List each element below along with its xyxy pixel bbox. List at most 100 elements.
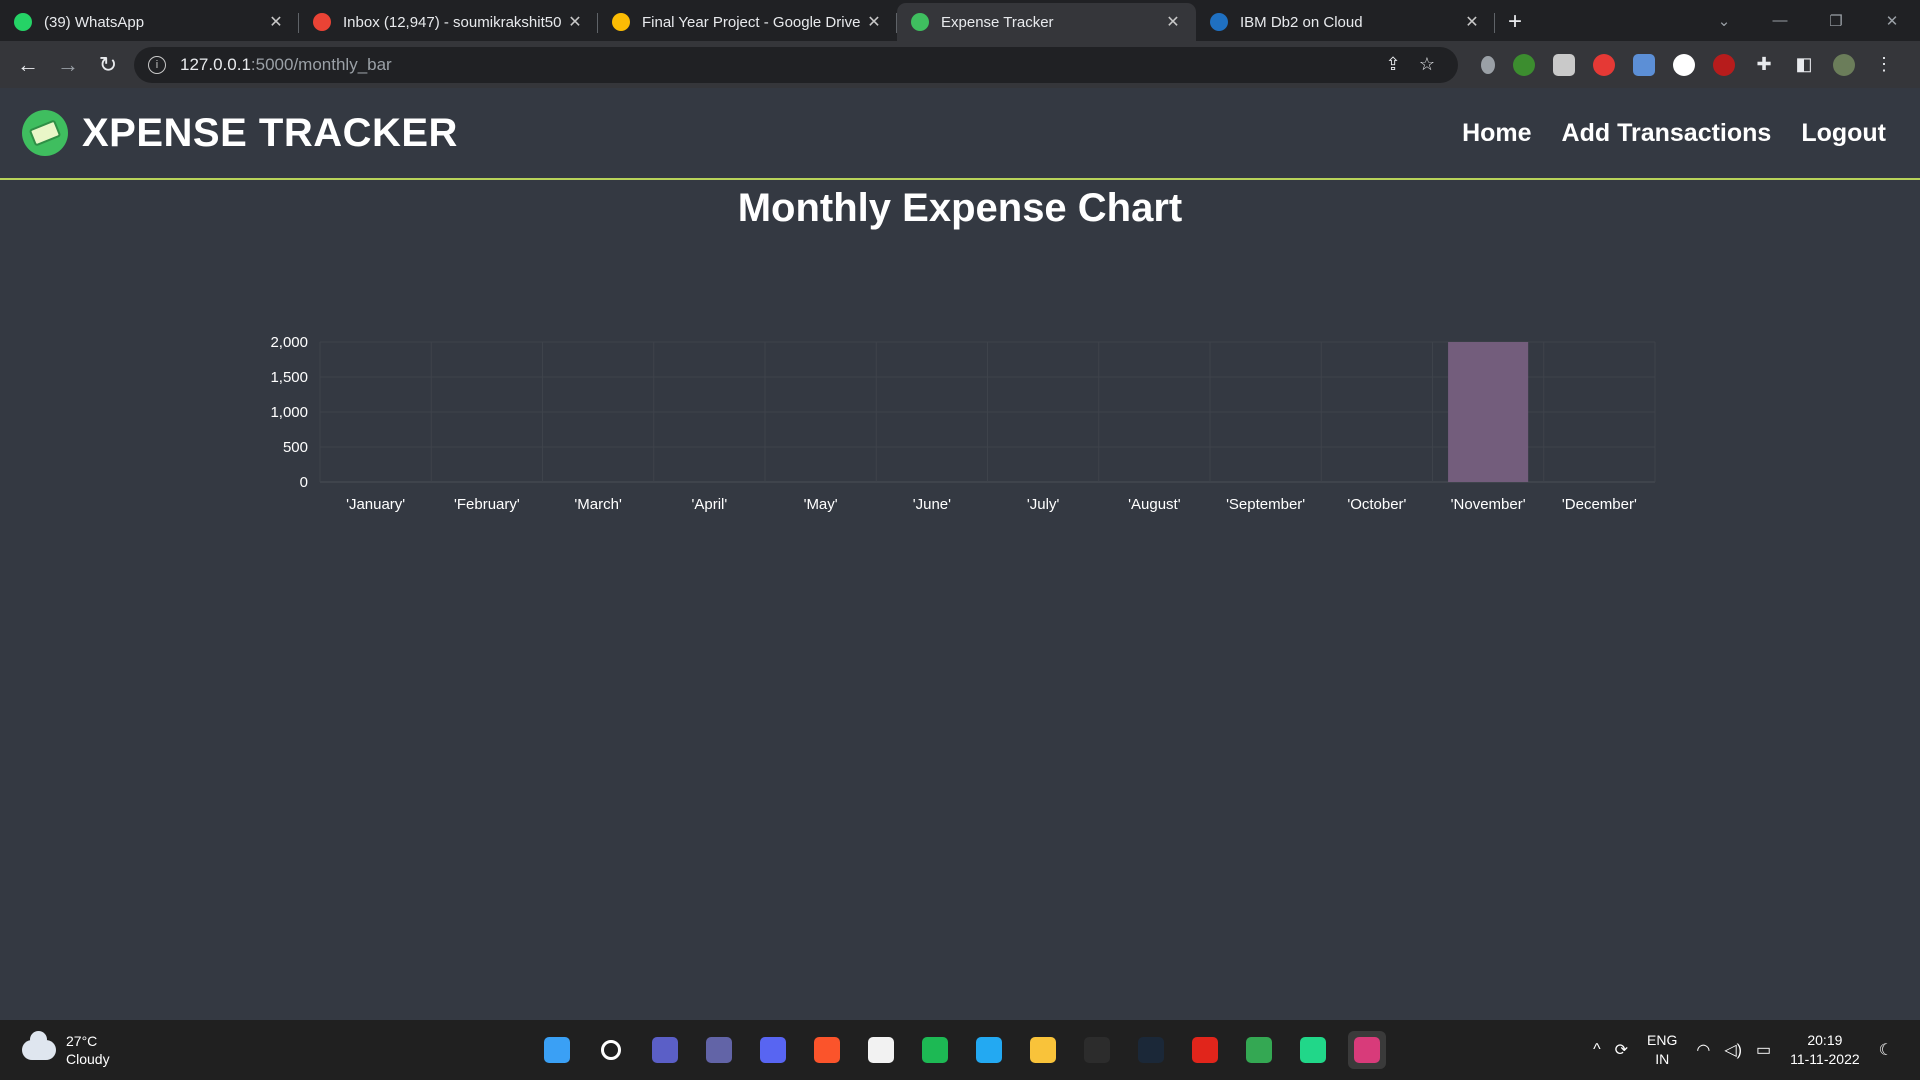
site-info-icon[interactable]: i — [148, 55, 166, 74]
tab-title: IBM Db2 on Cloud — [1240, 13, 1363, 31]
close-tab-icon[interactable]: ✕ — [1164, 12, 1182, 32]
discord-icon-glyph — [760, 1037, 786, 1063]
brave-icon[interactable] — [808, 1031, 846, 1069]
search-icon[interactable] — [592, 1031, 630, 1069]
browser-toolbar: ← → ↻ i 127.0.0.1:5000/monthly_bar ⇪ ☆ ✚… — [0, 41, 1920, 88]
browser-tab[interactable]: Inbox (12,947) - soumikrakshit50 ✕ — [299, 3, 598, 41]
close-tab-icon[interactable]: ✕ — [566, 12, 584, 32]
x-tick-label: 'August' — [1128, 496, 1181, 513]
share-icon[interactable]: ⇪ — [1376, 54, 1410, 75]
extensions-bar: ✚ ◧ ⋮ — [1472, 53, 1904, 76]
new-tab-button[interactable]: + — [1495, 3, 1535, 41]
nav-home-link[interactable]: Home — [1462, 119, 1531, 148]
x-tick-label: 'October' — [1347, 496, 1406, 513]
url-text[interactable]: 127.0.0.1:5000/monthly_bar — [180, 55, 1376, 75]
close-tab-icon[interactable]: ✕ — [267, 12, 285, 32]
wifi-icon[interactable]: ◠ — [1696, 1040, 1710, 1060]
back-button[interactable]: ← — [8, 45, 48, 85]
brand-name[interactable]: XPENSE TRACKER — [82, 111, 458, 156]
meet-icon[interactable] — [646, 1031, 684, 1069]
x-tick-label: 'April' — [692, 496, 728, 513]
forward-button[interactable]: → — [48, 45, 88, 85]
page-title: Monthly Expense Chart — [737, 186, 1183, 230]
y-tick-label: 1,000 — [270, 404, 308, 421]
extension-mouse-icon[interactable] — [1481, 55, 1495, 74]
restore-button[interactable]: ❐ — [1808, 0, 1864, 41]
close-window-button[interactable]: ✕ — [1864, 0, 1920, 41]
side-panel-icon[interactable]: ◧ — [1793, 54, 1815, 75]
app-navbar: XPENSE TRACKER Home Add Transactions Log… — [0, 88, 1920, 180]
profile-avatar[interactable] — [1833, 53, 1855, 76]
snipping-tool-icon[interactable] — [1348, 1031, 1386, 1069]
battery-icon[interactable]: ▭ — [1756, 1040, 1771, 1060]
brave-icon-glyph — [814, 1037, 840, 1063]
x-tick-label: 'June' — [913, 496, 951, 513]
browser-tab[interactable]: IBM Db2 on Cloud ✕ — [1196, 3, 1495, 41]
taskbar-apps — [530, 1020, 1394, 1080]
weather-condition: Cloudy — [66, 1051, 110, 1067]
clock[interactable]: 20:19 11-11-2022 — [1790, 1031, 1860, 1069]
browser-tab[interactable]: Expense Tracker ✕ — [897, 3, 1196, 41]
browser-tab[interactable]: Final Year Project - Google Drive ✕ — [598, 3, 897, 41]
y-tick-label: 1,500 — [270, 369, 308, 386]
wps-office-icon[interactable] — [1186, 1031, 1224, 1069]
nav-links: Home Add Transactions Logout — [1432, 119, 1886, 148]
bookmark-star-icon[interactable]: ☆ — [1410, 54, 1444, 75]
notifications-moon-icon[interactable]: ☾ — [1879, 1040, 1893, 1060]
volume-icon[interactable]: ◁) — [1724, 1040, 1742, 1060]
minimize-button[interactable]: — — [1752, 0, 1808, 41]
vscode-icon[interactable] — [970, 1031, 1008, 1069]
url-path: :5000/monthly_bar — [250, 54, 392, 74]
chrome-icon[interactable] — [1240, 1031, 1278, 1069]
y-tick-label: 2,000 — [270, 334, 308, 351]
steam-icon[interactable] — [1132, 1031, 1170, 1069]
language-code: ENG — [1647, 1032, 1678, 1048]
x-tick-label: 'May' — [804, 496, 838, 513]
x-tick-label: 'November' — [1451, 496, 1526, 513]
pycharm-icon-glyph — [1300, 1037, 1326, 1063]
extension-calendar-icon[interactable] — [1553, 53, 1575, 76]
discord-icon[interactable] — [754, 1031, 792, 1069]
wps-office-icon-glyph — [1192, 1037, 1218, 1063]
vscode-icon-glyph — [976, 1037, 1002, 1063]
extensions-puzzle-icon[interactable]: ✚ — [1753, 54, 1775, 75]
y-tick-label: 500 — [283, 439, 308, 456]
extension-image-icon[interactable] — [1633, 53, 1655, 76]
xpense-tracker-logo-icon[interactable] — [22, 110, 68, 156]
browser-tab-strip: (39) WhatsApp ✕ Inbox (12,947) - soumikrak… — [0, 0, 1920, 41]
tab-title: Expense Tracker — [941, 13, 1054, 31]
snipping-tool-icon-glyph — [1354, 1037, 1380, 1063]
close-tab-icon[interactable]: ✕ — [865, 12, 883, 32]
extension-hand-icon[interactable] — [1593, 53, 1615, 76]
show-hidden-icons-icon[interactable]: ^ — [1593, 1041, 1601, 1059]
nav-logout-link[interactable]: Logout — [1801, 119, 1886, 148]
microsoft-store-icon[interactable] — [862, 1031, 900, 1069]
sync-icon[interactable]: ⟳ — [1615, 1040, 1628, 1060]
file-explorer-icon[interactable] — [1024, 1031, 1062, 1069]
tab-title: Final Year Project - Google Drive — [642, 13, 861, 31]
system-tray: ^ ⟳ ENG IN ◠ ◁) ▭ 20:19 11-11-2022 ☾ — [1586, 1020, 1900, 1080]
steam-icon-glyph — [1138, 1037, 1164, 1063]
tab-separator — [1494, 13, 1495, 33]
terminal-icon[interactable] — [1078, 1031, 1116, 1069]
extension-plus-icon[interactable] — [1673, 53, 1695, 76]
pycharm-icon[interactable] — [1294, 1031, 1332, 1069]
tab-title: (39) WhatsApp — [44, 13, 145, 31]
tab-search-icon[interactable]: ⌄ — [1696, 0, 1752, 41]
teams-icon[interactable] — [700, 1031, 738, 1069]
chrome-menu-icon[interactable]: ⋮ — [1873, 54, 1895, 75]
window-controls: ⌄ — ❐ ✕ — [1696, 0, 1920, 41]
spotify-icon[interactable] — [916, 1031, 954, 1069]
reload-button[interactable]: ↻ — [88, 45, 128, 85]
ublock-origin-icon[interactable] — [1713, 53, 1735, 76]
close-tab-icon[interactable]: ✕ — [1463, 12, 1481, 32]
file-explorer-icon-glyph — [1030, 1037, 1056, 1063]
tab-list: (39) WhatsApp ✕ Inbox (12,947) - soumikrak… — [0, 3, 1495, 41]
weather-widget[interactable]: 27°C Cloudy — [22, 1031, 110, 1068]
nav-add-transactions-link[interactable]: Add Transactions — [1562, 119, 1772, 148]
extension-tree-icon[interactable] — [1513, 53, 1535, 76]
windows-start-icon[interactable] — [538, 1031, 576, 1069]
address-bar[interactable]: i 127.0.0.1:5000/monthly_bar ⇪ ☆ — [134, 46, 1458, 83]
browser-tab[interactable]: (39) WhatsApp ✕ — [0, 3, 299, 41]
language-indicator[interactable]: ENG IN — [1647, 1031, 1677, 1069]
